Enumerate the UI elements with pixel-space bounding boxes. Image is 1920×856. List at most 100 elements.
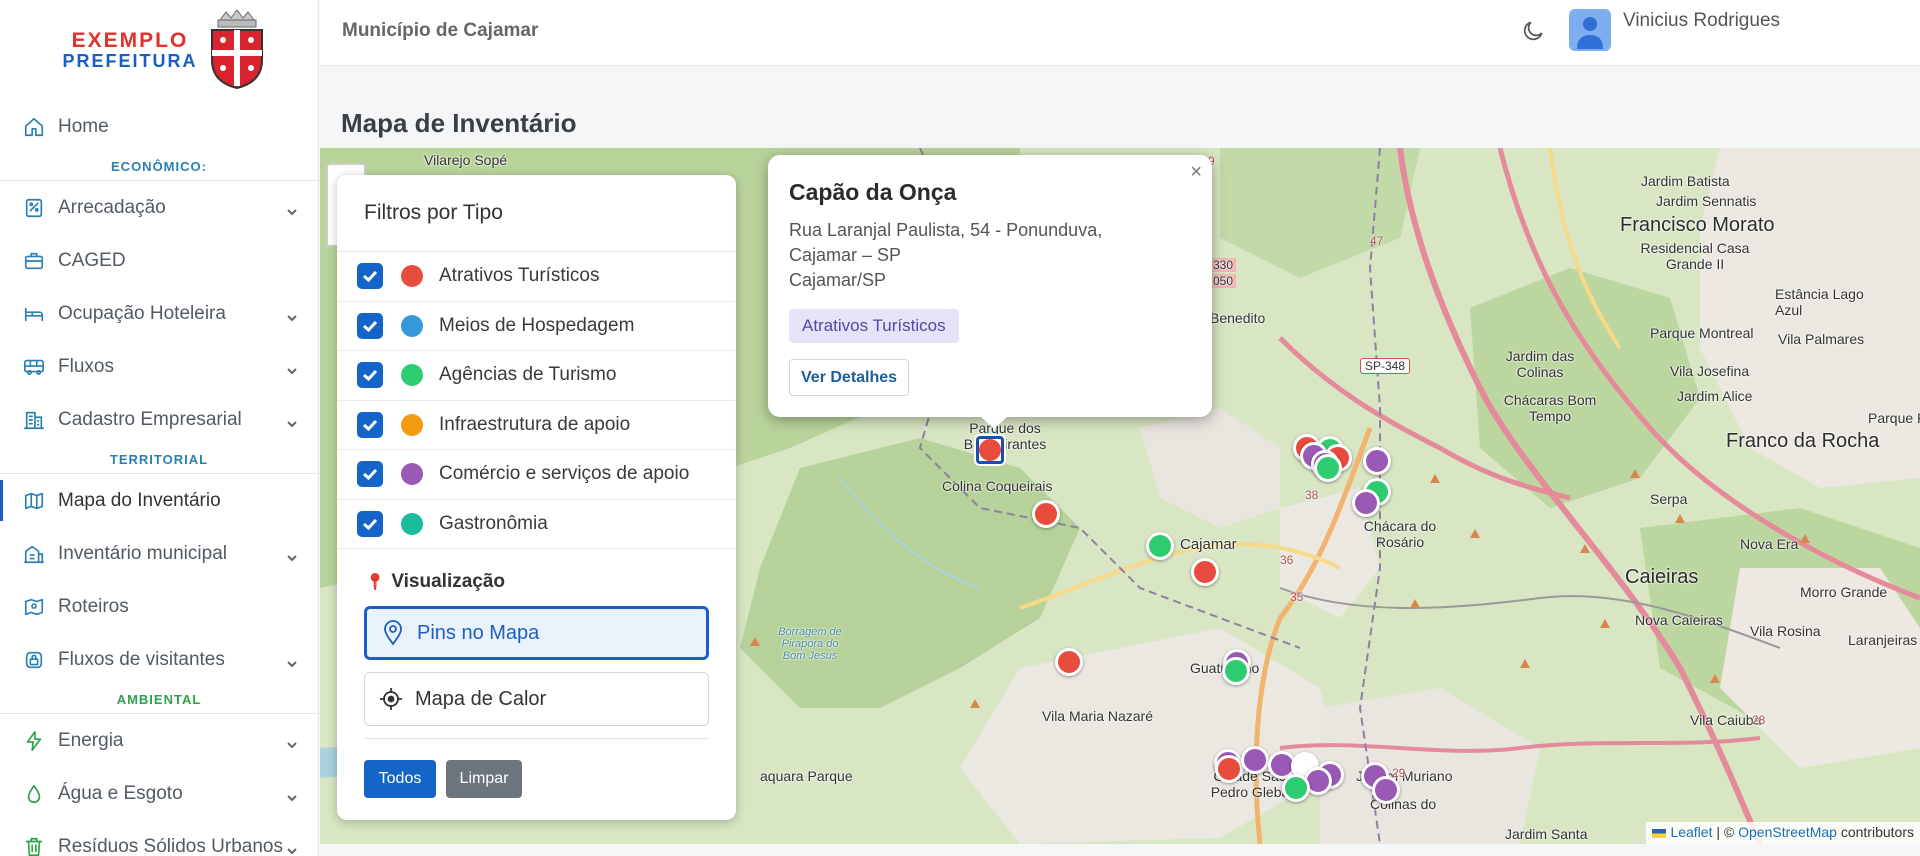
road-label: 330 [1210,258,1237,272]
filter-label: Gastronômia [439,512,548,534]
section-label: ECONÔMICO: [111,159,207,174]
type-color-dot [401,512,423,535]
user-name[interactable]: Vinicius Rodrigues [1623,10,1780,32]
map-marker[interactable] [1282,774,1310,802]
trash-icon [22,835,46,856]
map-marker-selected[interactable] [976,436,1004,464]
leaflet-link[interactable]: Leaflet [1670,824,1712,840]
heatmap-label: Mapa de Calor [415,687,547,710]
map-label: Jardim Santa [1505,826,1588,842]
check-icon [363,370,378,382]
sidebar-item-ocupacao-hoteleira[interactable]: Ocupação Hoteleira [0,287,318,340]
filter-infraestrutura[interactable]: Infraestrutura de apoio [337,401,736,450]
map-label: Parque Pretór [1868,410,1920,426]
map-label: aquara Parque [760,768,853,784]
type-color-dot [401,265,423,288]
select-all-button[interactable]: Todos [364,760,436,798]
osm-link[interactable]: OpenStreetMap [1738,824,1837,840]
filter-hospedagem[interactable]: Meios de Hospedagem [337,302,736,351]
sidebar-item-arrecadacao[interactable]: Arrecadação [0,181,318,234]
filter-label: Infraestrutura de apoio [439,413,631,435]
sidebar-item-label: Home [58,115,109,137]
section-ambiental: AMBIENTAL [0,686,318,714]
checkbox[interactable] [357,411,383,438]
pins-button[interactable]: Pins no Mapa [364,606,709,660]
sidebar-item-cadastro-empresarial[interactable]: Cadastro Empresarial [0,393,318,446]
map-label: Estância Lago Azul [1775,286,1864,318]
sidebar-item-roteiros[interactable]: Roteiros [0,580,318,633]
clear-button[interactable]: Limpar [446,760,522,798]
sidebar-item-fluxos[interactable]: Fluxos [0,340,318,393]
checkbox[interactable] [357,312,383,339]
map-label: Jardim Alice [1677,388,1753,404]
map-marker[interactable] [1241,746,1269,774]
bus-icon [22,355,46,379]
map-marker[interactable] [1363,447,1391,475]
user-icon [1577,17,1603,49]
route-icon [22,595,46,619]
type-color-dot [401,463,423,486]
map-label: Vilarejo Sopé [424,152,508,168]
checkbox[interactable] [357,510,383,537]
municipality-title: Município de Cajamar [342,20,539,41]
brand-logo[interactable]: EXEMPLO PREFEITURA [0,0,318,100]
sidebar-item-label: Resíduos Sólidos Urbanos [58,835,283,856]
details-button[interactable]: Ver Detalhes [789,359,910,396]
sidebar-item-inventario-municipal[interactable]: Inventário municipal [0,527,318,580]
dark-mode-toggle[interactable] [1520,18,1548,46]
map-label: Nova Era [1740,536,1799,552]
map-marker[interactable] [1372,776,1400,804]
checkbox[interactable] [357,362,383,389]
filter-atrativos[interactable]: Atrativos Turísticos [337,252,736,302]
map-marker[interactable] [1314,454,1342,482]
filter-gastronomia[interactable]: Gastronômia [337,500,736,549]
map-marker[interactable] [1222,657,1250,685]
checkbox[interactable] [357,461,383,488]
check-icon [363,320,378,332]
filter-agencias[interactable]: Agências de Turismo [337,351,736,401]
map-marker[interactable] [1215,755,1243,783]
filter-comercio[interactable]: Comércio e serviços de apoio [337,450,736,500]
sidebar-nav: Home ECONÔMICO: Arrecadação CAGED Ocupaç… [0,100,318,856]
sidebar-item-label: CAGED [58,249,126,271]
sidebar-item-label: Fluxos [58,355,114,377]
checkbox[interactable] [357,263,383,290]
check-icon [363,518,378,530]
road-label: SP-348 [1360,358,1411,374]
address-line: Cajamar – SP [789,245,902,265]
avatar[interactable] [1569,9,1611,51]
close-icon[interactable]: × [1190,161,1202,184]
sidebar-item-residuos[interactable]: Resíduos Sólidos Urbanos [0,820,318,856]
map-label: Borragem de Pirapora do Bom Jesus [778,626,842,662]
map-attribution: Leaflet | © OpenStreetMap contributors [1646,822,1920,844]
map-label: Caieiras [1625,566,1699,588]
sidebar-item-home[interactable]: Home [0,100,318,153]
map-icon [22,489,46,513]
brand-line1: EXEMPLO [71,28,189,52]
map-marker[interactable] [1055,648,1083,676]
brand-text: EXEMPLO PREFEITURA [62,28,198,71]
sidebar-item-fluxos-visitantes[interactable]: Fluxos de visitantes [0,633,318,686]
map-label: Benedito [1210,310,1266,326]
sidebar-item-agua-esgoto[interactable]: Água e Esgoto [0,767,318,820]
map-marker[interactable] [1146,532,1174,560]
map-label: Serpa [1650,491,1688,507]
sidebar-item-mapa-inventario[interactable]: Mapa do Inventário [0,474,318,527]
section-territorial: TERRITORIAL [0,446,318,474]
briefcase-icon [22,249,46,273]
app: EXEMPLO PREFEITURA Home ECONÔMICO: Arrec… [0,0,1920,856]
heatmap-button[interactable]: Mapa de Calor [364,672,709,726]
brand-line2: PREFEITURA [62,50,198,71]
coat-of-arms-icon [210,10,263,90]
map-marker[interactable] [1191,558,1219,586]
sidebar-item-label: Água e Esgoto [58,782,183,804]
sidebar-item-energia[interactable]: Energia [0,714,318,767]
ukraine-flag-icon [1652,828,1667,838]
home-icon [22,115,46,139]
filter-panel: Filtros por Tipo Atrativos Turísticos Me… [337,175,736,820]
map-marker[interactable] [1352,489,1380,517]
sidebar-item-caged[interactable]: CAGED [0,234,318,287]
map-label: Nova Caieiras [1635,612,1723,628]
sidebar-item-label: Mapa do Inventário [58,489,221,511]
map-marker[interactable] [1032,500,1060,528]
